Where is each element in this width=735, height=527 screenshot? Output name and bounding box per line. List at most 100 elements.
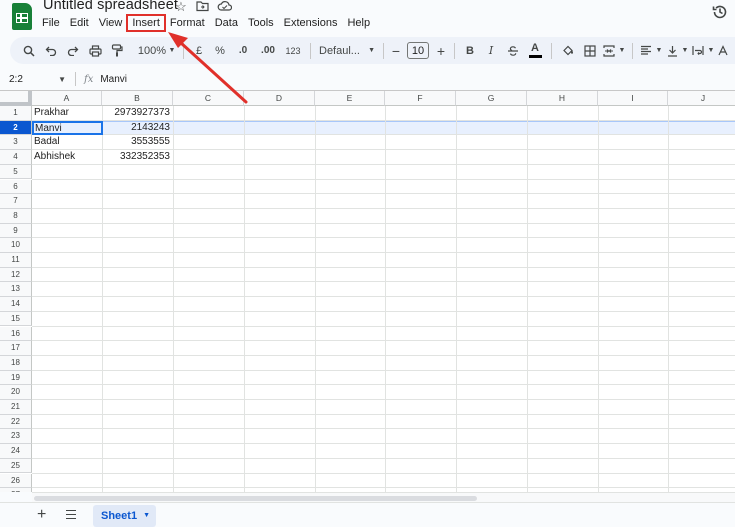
menu-view[interactable]: View (94, 15, 128, 31)
column-header-f[interactable]: F (385, 91, 456, 106)
row-header-4[interactable]: 4 (0, 150, 32, 165)
font-size-input[interactable]: 10 (406, 42, 430, 59)
italic-button[interactable]: I (480, 41, 502, 61)
cell-b4[interactable]: 332352353 (102, 150, 170, 165)
strikethrough-icon[interactable] (502, 41, 524, 61)
decrease-decimal-button[interactable]: .0 (231, 41, 255, 61)
cell-a3[interactable]: Badal (34, 135, 100, 150)
row-header-3[interactable]: 3 (0, 135, 32, 151)
text-wrapping-icon[interactable] (690, 41, 706, 61)
document-title[interactable]: Untitled spreadsheet (43, 0, 178, 13)
formula-input[interactable]: Manvi (100, 74, 127, 85)
row-header-18[interactable]: 18 (0, 355, 32, 371)
horizontal-scrollbar[interactable] (32, 492, 735, 502)
cell-a4[interactable]: Abhishek (34, 150, 100, 165)
row-header-19[interactable]: 19 (0, 370, 32, 386)
percent-format-button[interactable]: % (209, 41, 231, 61)
redo-icon[interactable] (62, 41, 84, 61)
row-header-15[interactable]: 15 (0, 311, 32, 327)
chevron-down-icon[interactable]: ▼ (706, 41, 716, 61)
cell-a2[interactable]: Manvi (32, 120, 103, 136)
row-header-12[interactable]: 12 (0, 267, 32, 283)
chevron-down-icon[interactable]: ▼ (680, 41, 690, 61)
spreadsheet-grid[interactable]: A B C D E F G H I J 1 2 3 4 5 6 7 8 9 10 11 12 13 14 15 16 17 18 19 2… (0, 90, 735, 492)
row-header-9[interactable]: 9 (0, 223, 32, 239)
menu-data[interactable]: Data (210, 15, 243, 31)
move-folder-icon[interactable] (195, 0, 209, 13)
cloud-status-icon[interactable] (217, 0, 233, 13)
all-sheets-menu-icon[interactable] (66, 510, 76, 519)
cell-b1[interactable]: 2973927373 (102, 106, 170, 121)
menu-file[interactable]: File (37, 15, 65, 31)
text-rotation-icon[interactable] (716, 41, 730, 61)
column-header-c[interactable]: C (173, 91, 244, 106)
paint-format-icon[interactable] (106, 41, 128, 61)
cell-a1[interactable]: Prakhar (34, 106, 100, 121)
chevron-down-icon[interactable]: ▼ (617, 41, 627, 61)
search-menus-icon[interactable] (18, 41, 40, 61)
row-header-2[interactable]: 2 (0, 120, 32, 136)
column-header-a[interactable]: A (32, 91, 102, 106)
column-header-g[interactable]: G (456, 91, 527, 106)
scrollbar-thumb[interactable] (34, 496, 477, 501)
zoom-dropdown-icon[interactable]: ▼ (166, 41, 178, 61)
column-header-b[interactable]: B (102, 91, 173, 106)
row-header-14[interactable]: 14 (0, 297, 32, 312)
column-header-e[interactable]: E (315, 91, 385, 106)
vertical-align-icon[interactable] (664, 41, 680, 61)
menu-help[interactable]: Help (342, 15, 375, 31)
increase-decimal-button[interactable]: .00 (255, 41, 281, 61)
row-header-27[interactable]: 27 (0, 488, 32, 492)
row-header-26[interactable]: 26 (0, 473, 32, 489)
row-header-25[interactable]: 25 (0, 458, 32, 474)
fill-color-icon[interactable] (557, 41, 579, 61)
cell-b2[interactable]: 2143243 (102, 121, 170, 136)
row-header-6[interactable]: 6 (0, 179, 32, 195)
sheets-logo-icon[interactable] (12, 3, 32, 30)
column-header-d[interactable]: D (244, 91, 315, 106)
row-header-7[interactable]: 7 (0, 194, 32, 209)
row-header-24[interactable]: 24 (0, 444, 32, 459)
row-header-8[interactable]: 8 (0, 208, 32, 224)
star-icon[interactable]: ☆ (174, 0, 188, 13)
menu-edit[interactable]: Edit (65, 15, 94, 31)
select-all-corner[interactable] (0, 91, 32, 106)
text-color-button[interactable]: A (524, 41, 546, 61)
row-header-5[interactable]: 5 (0, 164, 32, 180)
chevron-down-icon[interactable]: ▼ (654, 41, 664, 61)
column-header-h[interactable]: H (527, 91, 598, 106)
add-sheet-button[interactable]: + (37, 507, 46, 523)
font-select[interactable]: Defaul... ▼ (316, 41, 378, 61)
menu-format[interactable]: Format (165, 15, 210, 31)
row-header-21[interactable]: 21 (0, 400, 32, 415)
menu-extensions[interactable]: Extensions (279, 15, 343, 31)
row-header-10[interactable]: 10 (0, 238, 32, 253)
sheet-tab-sheet1[interactable]: Sheet1 ▼ (93, 505, 156, 527)
row-header-23[interactable]: 23 (0, 429, 32, 445)
row-header-11[interactable]: 11 (0, 253, 32, 268)
menu-insert[interactable]: Insert (126, 14, 166, 32)
row-header-20[interactable]: 20 (0, 385, 32, 400)
menu-tools[interactable]: Tools (243, 15, 279, 31)
bold-button[interactable]: B (460, 41, 480, 61)
merge-cells-icon[interactable] (601, 41, 617, 61)
print-icon[interactable] (84, 41, 106, 61)
version-history-icon[interactable] (711, 3, 729, 21)
more-formats-button[interactable]: 123 (281, 41, 305, 61)
row-header-16[interactable]: 16 (0, 326, 32, 342)
cell-b3[interactable]: 3553555 (102, 135, 170, 150)
row-header-17[interactable]: 17 (0, 341, 32, 356)
increase-font-size-button[interactable]: + (433, 41, 449, 61)
horizontal-align-icon[interactable] (638, 41, 654, 61)
row-header-13[interactable]: 13 (0, 282, 32, 298)
decrease-font-size-button[interactable]: − (389, 41, 403, 61)
undo-icon[interactable] (40, 41, 62, 61)
row-header-1[interactable]: 1 (0, 106, 32, 121)
borders-icon[interactable] (579, 41, 601, 61)
column-header-i[interactable]: I (598, 91, 668, 106)
zoom-select[interactable]: 100% (128, 41, 166, 61)
column-header-j[interactable]: J (668, 91, 735, 106)
currency-format-button[interactable]: £ (189, 41, 209, 61)
name-box[interactable]: 2:2 ▼ (0, 74, 68, 85)
row-header-22[interactable]: 22 (0, 414, 32, 430)
